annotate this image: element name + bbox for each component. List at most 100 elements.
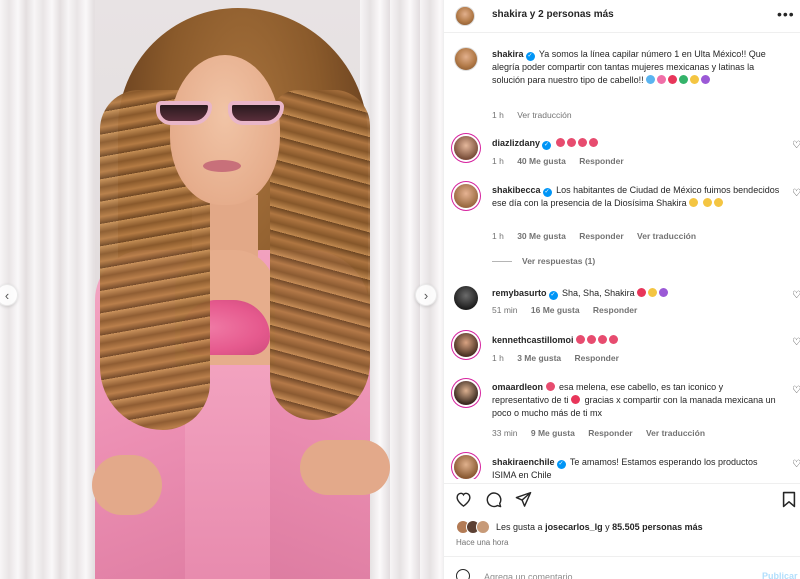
- heart-eyes-emoji-icon: [577, 138, 587, 147]
- reply-button[interactable]: Responder: [579, 156, 623, 166]
- comment-username[interactable]: shakira: [492, 49, 524, 59]
- avatar[interactable]: [454, 47, 478, 71]
- bookmark-icon[interactable]: [780, 490, 798, 508]
- comment-likes[interactable]: 40 Me gusta: [517, 156, 566, 166]
- verified-icon: ✓: [548, 291, 558, 300]
- red-heart-emoji-icon: [571, 395, 581, 404]
- pink-sunglasses: [154, 95, 292, 129]
- translate-link[interactable]: Ver traducción: [517, 110, 571, 120]
- red-heart-emoji-icon: [668, 75, 678, 84]
- sparkles-emoji-icon: [648, 288, 658, 297]
- face: [170, 55, 280, 205]
- comment-username[interactable]: diazlizdany: [492, 138, 540, 148]
- comment-like-heart-icon[interactable]: ♡: [792, 459, 800, 470]
- comment-like-heart-icon[interactable]: ♡: [792, 290, 800, 301]
- author-avatar[interactable]: [455, 6, 475, 26]
- reply-button[interactable]: Responder: [575, 353, 619, 363]
- comment-text: shakiraenchile ✓ Te amamos! Estamos esper…: [492, 456, 782, 479]
- translate-link[interactable]: Ver traducción: [646, 428, 705, 438]
- view-replies-button[interactable]: Ver respuestas (1): [492, 256, 595, 266]
- comment-like-heart-icon[interactable]: ♡: [792, 337, 800, 348]
- avatar[interactable]: [454, 333, 478, 357]
- heart-eyes-emoji-icon: [576, 335, 586, 344]
- reply-button[interactable]: Responder: [588, 428, 632, 438]
- comment-text: kennethcastillomoi: [492, 334, 782, 347]
- publish-button[interactable]: Publicar: [762, 571, 798, 579]
- comment-likes[interactable]: 3 Me gusta: [517, 353, 561, 363]
- pink-heart-emoji-icon: [657, 75, 667, 84]
- heart-eyes-emoji-icon: [588, 138, 598, 147]
- more-horizontal-icon[interactable]: •••: [777, 6, 795, 22]
- heart-outline-icon[interactable]: [454, 490, 472, 508]
- avatar[interactable]: [454, 381, 478, 405]
- chevron-left-icon: ‹: [4, 287, 10, 303]
- heart-eyes-emoji-icon: [566, 138, 576, 147]
- send-icon[interactable]: [514, 490, 532, 508]
- comment-meta: 1 h 3 Me gusta Responder: [492, 353, 630, 363]
- green-heart-emoji-icon: [679, 75, 689, 84]
- post-actions: [444, 483, 800, 513]
- likes-text[interactable]: Les gusta a josecarlos_lg y 85.505 perso…: [496, 522, 703, 532]
- add-comment-bar: Publicar: [444, 556, 800, 579]
- emoji-picker-icon[interactable]: [456, 569, 470, 579]
- comment-like-heart-icon[interactable]: ♡: [792, 140, 800, 151]
- comment-text: diazlizdany ✓: [492, 137, 782, 150]
- add-comment-input[interactable]: [484, 570, 744, 579]
- heart-eyes-emoji-icon: [555, 138, 565, 147]
- heart-eyes-emoji-icon: [545, 382, 555, 391]
- comment-likes[interactable]: 30 Me gusta: [517, 231, 566, 241]
- verified-icon: ✓: [556, 460, 566, 469]
- avatar[interactable]: [454, 286, 478, 310]
- verified-icon: ✓: [542, 188, 552, 197]
- comment-username[interactable]: shakiraenchile: [492, 457, 555, 467]
- post-header: shakira y 2 personas más •••: [444, 0, 800, 33]
- comment-time: 1 h: [492, 110, 504, 120]
- avatar[interactable]: [454, 455, 478, 479]
- raised-hands-emoji-icon: [702, 198, 712, 207]
- emoji-row: [646, 75, 712, 85]
- comment-like-heart-icon[interactable]: ♡: [792, 188, 800, 199]
- hand-left: [92, 455, 162, 515]
- likes-summary: Les gusta a josecarlos_lg y 85.505 perso…: [444, 516, 800, 538]
- comment-icon[interactable]: [484, 490, 502, 508]
- hand-right: [300, 440, 390, 495]
- comment-likes[interactable]: 9 Me gusta: [531, 428, 575, 438]
- comment-meta: 51 min 16 Me gusta Responder: [492, 305, 648, 315]
- red-heart-emoji-icon: [637, 288, 647, 297]
- comment-body: Sha, Sha, Shakira: [562, 288, 635, 298]
- reply-button[interactable]: Responder: [593, 305, 637, 315]
- comment-username[interactable]: kennethcastillomoi: [492, 335, 574, 345]
- avatar[interactable]: [454, 184, 478, 208]
- post-authors[interactable]: shakira y 2 personas más: [492, 9, 614, 20]
- comments-list: shakira ✓ Ya somos la línea capilar númer…: [444, 34, 800, 479]
- chevron-right-icon: ›: [423, 287, 429, 303]
- comment-time: 33 min: [492, 428, 518, 438]
- comment-username[interactable]: shakibecca: [492, 185, 541, 195]
- heart-eyes-emoji-icon: [598, 335, 608, 344]
- verified-icon: ✓: [542, 141, 552, 150]
- hair-right: [270, 90, 370, 420]
- likes-prefix: Les gusta a: [496, 522, 543, 532]
- post-photo[interactable]: ‹ ›: [0, 0, 443, 579]
- yellow-heart-emoji-icon: [690, 75, 700, 84]
- comment-meta: 1 h 40 Me gusta Responder: [492, 156, 635, 166]
- comment-username[interactable]: omaardleon: [492, 382, 543, 392]
- comment-like-heart-icon[interactable]: ♡: [792, 385, 800, 396]
- liker-avatar: [476, 520, 490, 534]
- sparkles-emoji-icon: [713, 198, 723, 207]
- avatar[interactable]: [454, 136, 478, 160]
- lens-right: [228, 101, 284, 125]
- comment-time: 1 h: [492, 231, 504, 241]
- translate-link[interactable]: Ver traducción: [637, 231, 696, 241]
- next-photo-button[interactable]: ›: [415, 284, 437, 306]
- comment-meta: 1 h Ver traducción: [492, 110, 583, 120]
- lips: [203, 160, 241, 172]
- heart-eyes-emoji-icon: [609, 335, 619, 344]
- comment-likes[interactable]: 16 Me gusta: [531, 305, 580, 315]
- comment-username[interactable]: remybasurto: [492, 288, 547, 298]
- liker-username[interactable]: josecarlos_lg: [545, 522, 603, 532]
- post-time: Hace una hora: [456, 538, 509, 547]
- smiling-emoji-icon: [689, 198, 699, 207]
- likes-count[interactable]: 85.505 personas más: [612, 522, 703, 532]
- reply-button[interactable]: Responder: [579, 231, 623, 241]
